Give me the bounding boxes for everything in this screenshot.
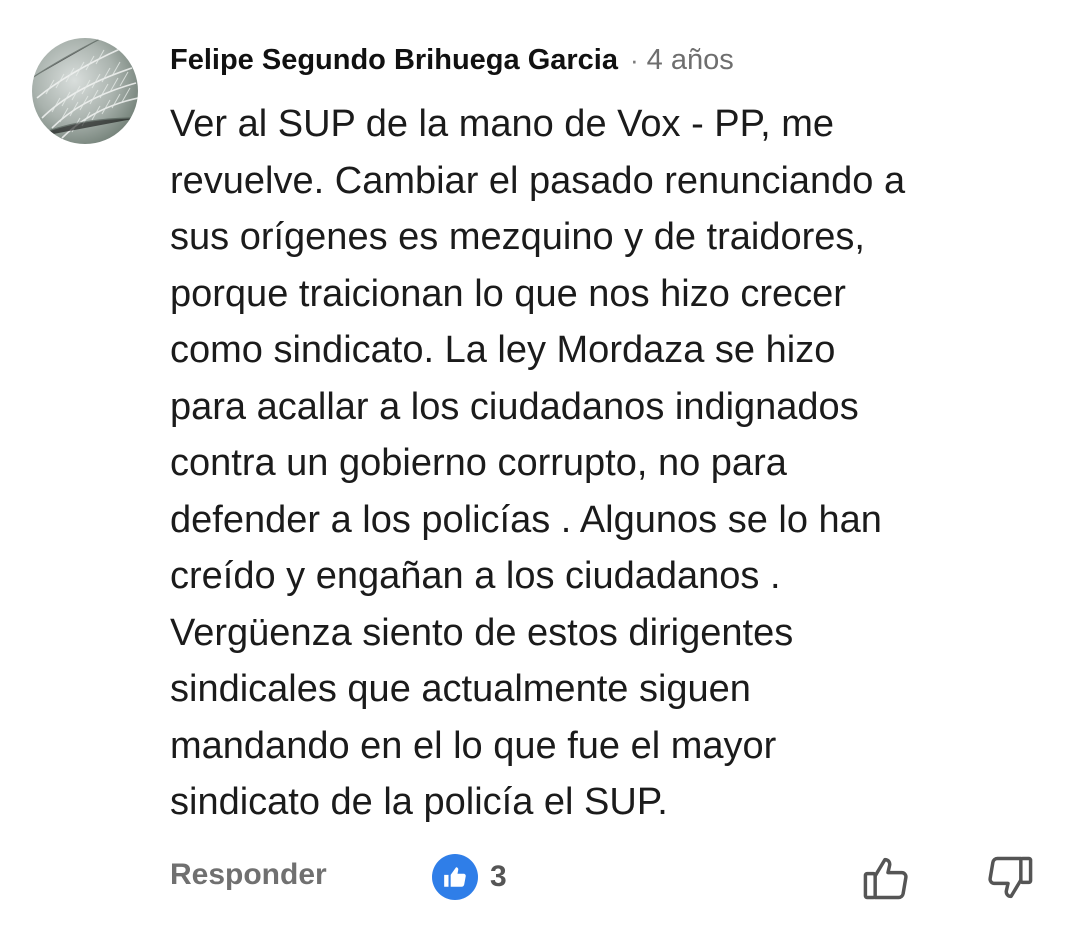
comment-timestamp[interactable]: 4 años — [647, 44, 734, 77]
author-name[interactable]: Felipe Segundo Brihuega Garcia — [170, 44, 618, 77]
avatar-image — [32, 38, 138, 139]
avatar[interactable] — [32, 38, 138, 144]
comment-actions: Responder 3 — [0, 848, 1080, 908]
separator-dot: · — [630, 44, 639, 75]
thumbs-down-icon[interactable] — [984, 852, 1036, 904]
comment: Felipe Segundo Brihuega Garcia · 4 años … — [0, 0, 1080, 933]
like-count: 3 — [490, 860, 507, 893]
comment-text: Ver al SUP de la mano de Vox - PP, me re… — [170, 103, 906, 823]
reply-button[interactable]: Responder — [170, 858, 327, 892]
comment-header: Felipe Segundo Brihuega Garcia · 4 años — [170, 40, 734, 80]
thumbs-up-icon[interactable] — [860, 852, 912, 904]
thumbs-up-badge-icon — [432, 854, 478, 900]
like-summary: 3 — [432, 854, 507, 900]
